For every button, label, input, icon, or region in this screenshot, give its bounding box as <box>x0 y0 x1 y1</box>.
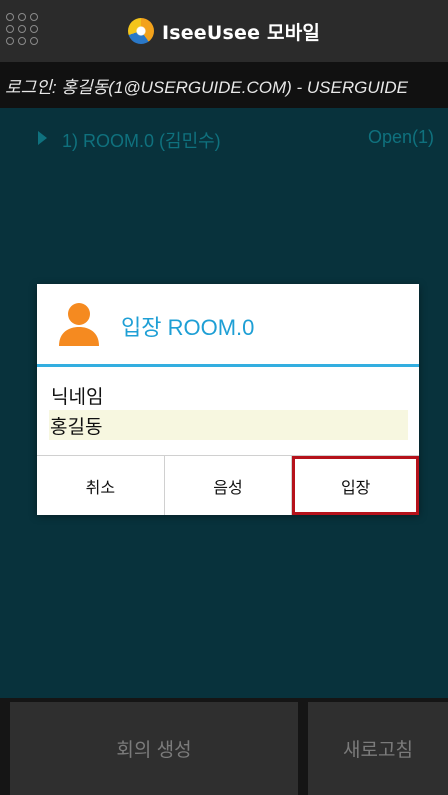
app-title: IseeUsee 모바일 <box>161 21 321 44</box>
create-meeting-button[interactable]: 회의 생성 <box>10 702 298 795</box>
nickname-field[interactable] <box>49 410 408 440</box>
top-bar: IseeUsee 모바일 <box>0 0 448 62</box>
nickname-label: 닉네임 <box>51 387 104 408</box>
cancel-button[interactable]: 취소 <box>37 456 165 515</box>
person-icon <box>59 303 99 346</box>
refresh-button[interactable]: 새로고침 <box>308 702 448 795</box>
voice-button[interactable]: 음성 <box>164 456 293 515</box>
login-info: 로그인: 홍길동(1@USERGUIDE.COM) - USERGUIDE <box>0 62 448 108</box>
enter-button[interactable]: 입장 <box>292 456 420 515</box>
brand: IseeUsee 모바일 <box>127 18 321 45</box>
dialog-title: 입장 ROOM.0 <box>121 315 255 340</box>
app-logo-icon <box>127 18 154 44</box>
grid-menu-icon[interactable] <box>6 13 42 49</box>
dialog-header: 입장 ROOM.0 <box>37 284 419 364</box>
enter-room-dialog: 입장 ROOM.0 닉네임 취소 음성 입장 <box>37 284 420 515</box>
dialog-buttons: 취소 음성 입장 <box>37 455 420 515</box>
bottom-bar: 회의 생성 새로고침 <box>0 698 448 795</box>
dialog-divider <box>37 364 419 367</box>
